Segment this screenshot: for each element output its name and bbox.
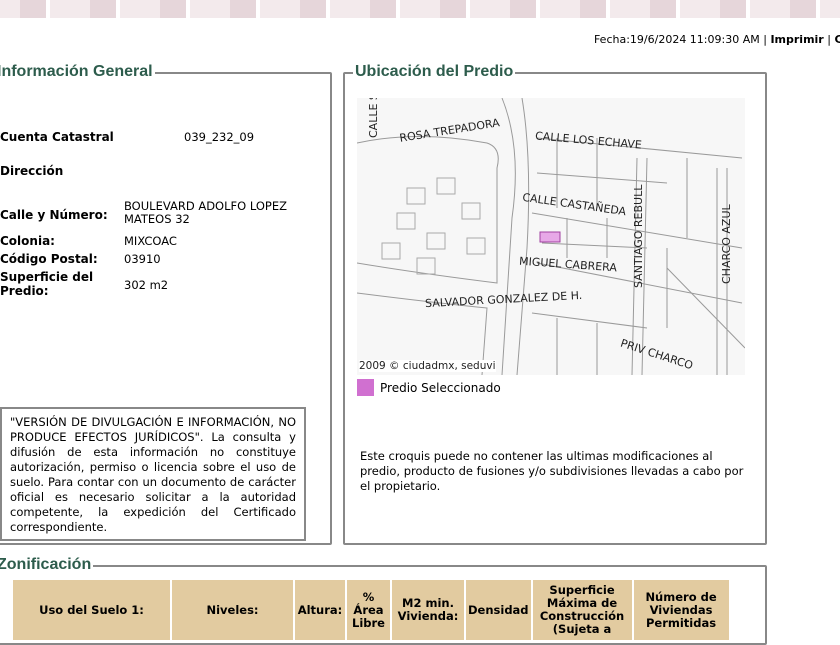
col-niveles: Niveles: [172,580,295,640]
print-link[interactable]: Imprimir [770,33,823,46]
info-general-title: Información General [0,63,155,81]
selected-parcel [539,231,561,243]
superficie-value: 302 m2 [124,278,169,292]
map-legend: Predio Seleccionado [357,379,501,396]
header-banner [0,0,840,18]
street-label: CHARCO AZUL [720,204,733,284]
legend-swatch [357,379,374,396]
colonia-label: Colonia: [0,234,55,248]
legend-label: Predio Seleccionado [380,380,501,395]
col-superficie-max: Superficie Máxima de Construcción (Sujet… [532,580,634,640]
street-label: CALLE SASSO [367,98,380,138]
col-num-viviendas: Número de Viviendas Permitidas [633,580,731,640]
disclaimer-note: "VERSIÓN DE DIVULGACIÓN E INFORMACIÓN, N… [0,407,306,541]
zonificacion-title: Zonificación [0,556,94,574]
street-label: SANTIAGO REBULL [632,184,645,288]
cp-value: 03910 [124,252,161,266]
superficie-label: Superficie del Predio: [0,270,94,298]
location-map[interactable]: CALLE SASSO ROSA TREPADORA CALLE LOS ECH… [357,98,745,375]
ubicacion-title: Ubicación del Predio [353,63,516,81]
calle-label: Calle y Número: [0,208,108,222]
col-area-libre: % Área Libre [347,580,392,640]
direccion-label: Dirección [0,164,64,178]
info-general-panel: Información General Cuenta Catastral 039_… [0,63,332,545]
separator: | [763,33,767,46]
colonia-value: MIXCOAC [124,234,177,248]
top-bar: Fecha:19/6/2024 11:09:30 AM | Imprimir |… [594,33,840,46]
col-m2-min: M2 min. Vivienda: [392,580,466,640]
map-copyright: 2009 © ciudadmx, seduvi [359,360,496,372]
zonificacion-table: Uso del Suelo 1: Niveles: Altura: % Área… [13,580,731,640]
col-altura: Altura: [295,580,347,640]
map-note: Este croquis puede no contener las ultim… [360,449,744,493]
ubicacion-panel: Ubicación del Predio CALLE SASSO ROSA TR… [343,63,767,545]
cuenta-label: Cuenta Catastral [0,130,114,144]
separator: | [827,33,831,46]
col-uso-suelo: Uso del Suelo 1: [13,580,172,640]
close-link[interactable]: Ce [834,33,840,46]
cuenta-value: 039_232_09 [184,130,255,144]
cp-label: Código Postal: [0,252,98,266]
date-text: Fecha:19/6/2024 11:09:30 AM [593,33,760,46]
col-densidad: Densidad [466,580,533,640]
calle-value: BOULEVARD ADOLFO LOPEZ MATEOS 32 [124,199,287,226]
